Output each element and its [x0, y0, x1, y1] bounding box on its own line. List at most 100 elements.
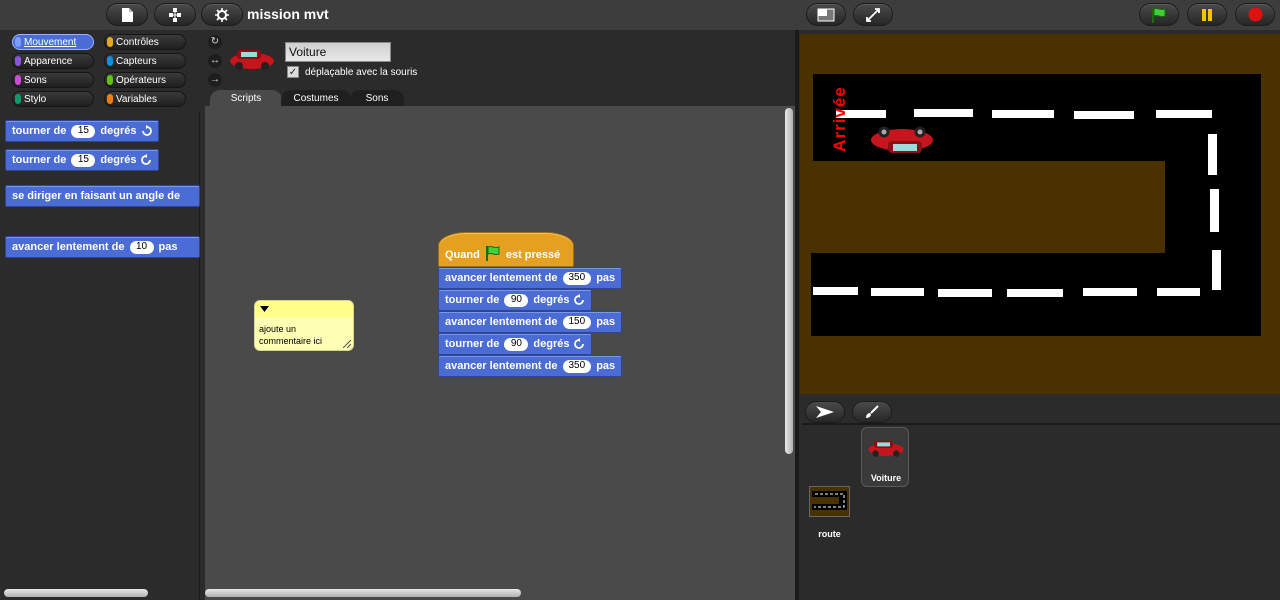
draggable-label: déplaçable avec la souris	[305, 67, 418, 78]
comment-text[interactable]: ajoute un commentaire ici	[255, 317, 335, 347]
tab-scripts[interactable]: Scripts	[210, 90, 282, 107]
category-stylo[interactable]: Stylo	[12, 91, 94, 107]
category-color-dot	[15, 94, 21, 104]
block-input[interactable]: 15	[71, 153, 96, 167]
pause-button[interactable]	[1187, 3, 1227, 26]
block-label: degrés	[100, 125, 137, 137]
category-selector: Mouvement Contrôles Apparence Capteurs S…	[0, 30, 200, 112]
category-color-dot	[107, 75, 113, 85]
category-label: Mouvement	[24, 36, 77, 48]
block-label: pas	[596, 316, 616, 328]
stage-size-icon	[817, 8, 835, 21]
tab-label: Sons	[365, 93, 389, 104]
sprite-corral: Voiture route	[799, 396, 1280, 600]
block-input[interactable]: 150	[562, 315, 592, 329]
category-color-dot	[107, 37, 113, 47]
category-operateurs[interactable]: Opérateurs	[104, 72, 186, 88]
gear-icon	[215, 7, 229, 22]
hat-label: Quand	[445, 249, 480, 261]
page-icon	[122, 7, 133, 22]
palette-block-turn-cw[interactable]: tourner de 15 degrés	[5, 120, 160, 142]
category-variables[interactable]: Variables	[104, 91, 186, 107]
block-input[interactable]: 350	[562, 271, 592, 285]
category-label: Variables	[116, 93, 157, 105]
block-input[interactable]: 350	[562, 359, 592, 373]
collapse-triangle-icon[interactable]	[260, 306, 269, 312]
paintbrush-icon	[866, 405, 879, 418]
top-toolbar: mission mvt	[0, 0, 1280, 30]
block-input[interactable]: 90	[504, 293, 529, 307]
paint-new-sprite-button[interactable]	[852, 401, 892, 423]
scripts-horizontal-scrollbar[interactable]	[205, 589, 521, 597]
rotate-ccw-icon	[574, 293, 585, 305]
category-label: Sons	[24, 74, 47, 86]
pause-icon	[1202, 8, 1212, 21]
script-block-move-slowly[interactable]: avancer lentement de 350 pas	[438, 355, 623, 377]
palette-block-point-direction[interactable]: se diriger en faisant un angle de	[5, 185, 200, 207]
road-thumbnail-icon	[812, 491, 847, 510]
category-label: Contrôles	[116, 36, 159, 48]
tab-label: Costumes	[293, 93, 339, 104]
block-input[interactable]: 10	[129, 240, 154, 254]
sprite-item-voiture[interactable]: Voiture	[861, 427, 909, 487]
block-label: avancer lentement de	[445, 272, 558, 284]
category-sons[interactable]: Sons	[12, 72, 94, 88]
category-apparence[interactable]: Apparence	[12, 53, 94, 69]
category-label: Opérateurs	[116, 74, 167, 86]
script-block-turn-ccw[interactable]: tourner de 90 degrés	[438, 333, 593, 355]
arrival-label: Arrivée	[830, 86, 849, 152]
block-label: se diriger en faisant un angle de	[12, 190, 181, 202]
palette-scrollbar[interactable]	[4, 589, 148, 597]
stage[interactable]: Arrivée	[800, 34, 1280, 394]
block-label: tourner de	[445, 338, 500, 350]
green-flag-button[interactable]	[1139, 3, 1179, 26]
rotate-ccw-icon	[141, 153, 152, 165]
green-flag-icon	[485, 245, 500, 261]
tab-sons[interactable]: Sons	[350, 90, 404, 107]
rotation-style-rotate-icon[interactable]: ↻	[208, 35, 222, 49]
new-turtle-sprite-button[interactable]	[805, 401, 845, 423]
category-label: Stylo	[24, 93, 47, 105]
script-block-move-slowly[interactable]: avancer lentement de 150 pas	[438, 311, 623, 333]
new-project-button[interactable]	[106, 3, 148, 26]
stage-size-button[interactable]	[806, 3, 846, 26]
cloud-icon	[169, 7, 181, 22]
category-color-dot	[15, 37, 21, 47]
block-label: degrés	[533, 294, 570, 306]
category-controles[interactable]: Contrôles	[104, 34, 186, 50]
palette-block-turn-ccw[interactable]: tourner de 15 degrés	[5, 149, 160, 171]
script-comment[interactable]: ajoute un commentaire ici	[254, 300, 354, 351]
resize-handle-icon[interactable]	[343, 340, 351, 348]
fullscreen-button[interactable]	[853, 3, 893, 26]
rotation-style-none-icon[interactable]: →	[208, 73, 222, 87]
tab-costumes[interactable]: Costumes	[281, 90, 351, 107]
block-input[interactable]: 15	[71, 124, 96, 138]
stage-name-label: route	[818, 529, 841, 539]
car-sprite-thumbnail	[230, 50, 274, 70]
sprite-name-label: Voiture	[870, 473, 902, 483]
category-mouvement[interactable]: Mouvement	[12, 34, 94, 50]
rotate-ccw-icon	[574, 337, 585, 349]
stage-thumbnail[interactable]	[809, 486, 850, 517]
script-block-move-slowly[interactable]: avancer lentement de 350 pas	[438, 267, 623, 289]
stop-icon	[1248, 7, 1262, 22]
project-title: mission mvt	[247, 6, 329, 22]
scripts-vertical-scrollbar[interactable]	[785, 108, 793, 454]
when-flag-clicked-hat-block[interactable]: Quand est pressé	[438, 232, 574, 267]
category-label: Capteurs	[116, 55, 157, 67]
block-label: pas	[596, 360, 616, 372]
car-sprite[interactable]	[868, 122, 936, 160]
rotation-style-flip-icon[interactable]: ↔	[208, 54, 222, 68]
stop-button[interactable]	[1235, 3, 1275, 26]
settings-button[interactable]	[201, 3, 243, 26]
palette-block-move-slowly[interactable]: avancer lentement de 10 pas	[5, 236, 200, 258]
race-track-backdrop	[800, 34, 1280, 394]
category-capteurs[interactable]: Capteurs	[104, 53, 186, 69]
block-label: tourner de	[445, 294, 500, 306]
script-block-turn-ccw[interactable]: tourner de 90 degrés	[438, 289, 593, 311]
sprite-name-field[interactable]: Voiture	[285, 42, 391, 62]
block-input[interactable]: 90	[504, 337, 529, 351]
comment-title-bar[interactable]	[255, 301, 353, 317]
draggable-checkbox[interactable]: ✓	[287, 66, 299, 78]
cloud-button[interactable]	[154, 3, 196, 26]
